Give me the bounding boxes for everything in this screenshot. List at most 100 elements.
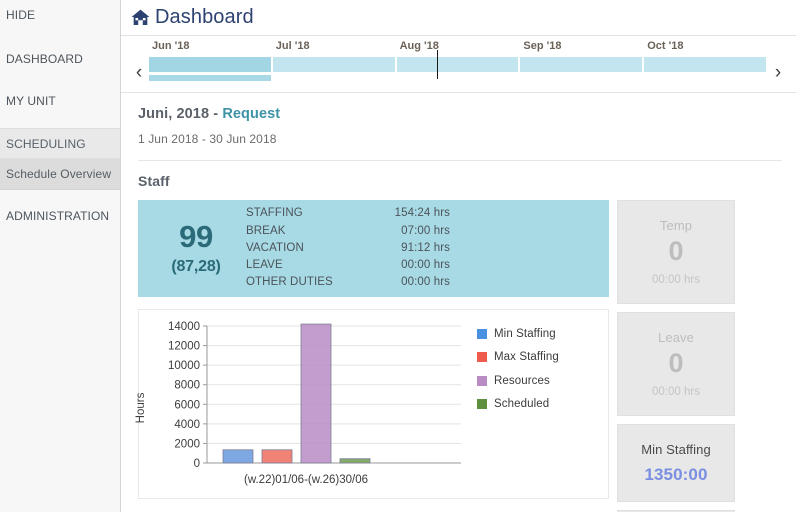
summary-row-label: LEAVE (246, 259, 283, 272)
timeline-today-marker (436, 50, 438, 79)
timeline-month-label: Sep '18 (523, 40, 562, 52)
card-title: Temp (659, 217, 693, 233)
timeline-underline-fill (149, 75, 273, 81)
summary-row-label: OTHER DUTIES (246, 276, 333, 289)
legend-label: Scheduled (494, 398, 550, 411)
legend-swatch (477, 399, 487, 410)
sidebar-item-label: Schedule Overview (6, 167, 112, 181)
chart-svg: 14000 12000 10000 8000 6000 4000 2000 0 (w.22)01… (168, 321, 461, 486)
card-temp[interactable]: Temp 0 00:00 hrs (617, 200, 735, 304)
summary-row-value: 154:24 hrs (394, 207, 450, 220)
legend-item[interactable]: Resources (477, 369, 559, 393)
page-title: Dashboard (155, 5, 254, 28)
timeline-track[interactable]: Jun '18 Jul '18 Aug '18 Sep '18 Oct '18 (149, 36, 768, 93)
card-title: Leave (658, 329, 694, 345)
main-content: Dashboard ‹ Jun '18 Jul '18 Aug '18 Sep '18… (121, 0, 796, 512)
sidebar-item-scheduling[interactable]: SCHEDULING (0, 128, 120, 159)
legend-item[interactable]: Scheduled (477, 393, 559, 417)
timeline-month-segment[interactable] (520, 57, 645, 72)
timeline-month-label: Oct '18 (647, 40, 684, 52)
chart-bar[interactable] (222, 449, 254, 464)
summary-row: OTHER DUTIES 00:00 hrs (246, 274, 450, 291)
timeline-segments[interactable] (149, 57, 768, 72)
staff-count-secondary: (87,28) (171, 257, 221, 275)
chart-bar[interactable] (300, 323, 332, 464)
chart-y-tick-label: 10000 (168, 360, 200, 372)
card-title: Min Staffing (641, 441, 711, 457)
period-month-label: Juni, 2018 - (138, 106, 223, 122)
card-leave[interactable]: Leave 0 00:00 hrs (617, 312, 735, 416)
chart-y-tick-label: 0 (194, 458, 200, 470)
chart-bar[interactable] (261, 449, 293, 464)
legend-item[interactable]: Min Staffing (477, 322, 559, 346)
timeline-month-segment[interactable] (149, 57, 273, 72)
summary-row-label: STAFFING (246, 207, 303, 220)
page-header: Dashboard (121, 0, 796, 36)
sidebar-item-administration[interactable]: ADMINISTRATION (0, 201, 120, 232)
app-root: HIDE DASHBOARD MY UNIT SCHEDULING Schedu… (0, 0, 796, 512)
sidebar-item-dashboard[interactable]: DASHBOARD (0, 44, 120, 75)
summary-row-value: 00:00 hrs (401, 259, 450, 272)
timeline-month-segment[interactable] (396, 57, 521, 72)
sidebar-item-my-unit[interactable]: MY UNIT (0, 86, 120, 117)
staff-summary-banner: 99 (87,28) STAFFING 154:24 hrs BREAK 07:00 … (138, 200, 609, 297)
chart-y-tick-label: 4000 (174, 419, 200, 431)
timeline-prev-button[interactable]: ‹ (129, 36, 149, 93)
sidebar-item-label: HIDE (6, 8, 36, 22)
timeline-labels: Jun '18 Jul '18 Aug '18 Sep '18 Oct '18 (149, 40, 768, 57)
timeline-month-label: Aug '18 (399, 40, 439, 52)
home-icon (131, 9, 150, 26)
sidebar-item-label: MY UNIT (6, 94, 56, 108)
card-subtext: 00:00 hrs (652, 274, 700, 287)
legend-swatch (477, 328, 487, 339)
summary-row: BREAK 07:00 hrs (246, 223, 450, 240)
chart-bar[interactable] (339, 458, 371, 464)
timeline-month-label: Jun '18 (152, 40, 190, 52)
period-block: Juni, 2018 - Request 1 Jun 2018 - 30 Jun… (121, 93, 796, 146)
summary-row-value: 00:00 hrs (401, 276, 450, 289)
timeline: ‹ Jun '18 Jul '18 Aug '18 Sep '18 Oct '18 › (121, 36, 796, 93)
staff-count: 99 (179, 219, 213, 255)
sidebar-item-schedule-overview[interactable]: Schedule Overview (0, 159, 120, 190)
chart-y-tick-label: 8000 (174, 380, 200, 392)
left-column: 99 (87,28) STAFFING 154:24 hrs BREAK 07:00 … (135, 200, 609, 512)
chart-y-axis-title: Hours (135, 392, 147, 424)
timeline-month-label: Jul '18 (275, 40, 310, 52)
staff-count-block: 99 (87,28) (146, 221, 246, 276)
period-date-range: 1 Jun 2018 - 30 Jun 2018 (138, 132, 277, 146)
stat-card-grid: Temp 0 00:00 hrs Leave 0 00:00 hrs Min S… (617, 200, 796, 512)
legend-item[interactable]: Max Staffing (477, 346, 559, 370)
card-min-staffing[interactable]: Min Staffing 1350:00 (617, 424, 735, 502)
summary-row-label: VACATION (246, 241, 304, 254)
legend-label: Resources (494, 374, 550, 387)
staff-section-title: Staff (138, 173, 170, 189)
summary-row: STAFFING 154:24 hrs (246, 205, 450, 222)
legend-swatch (477, 352, 487, 363)
card-subtext: 00:00 hrs (652, 386, 700, 399)
dashboard-body: Juni, 2018 - Request 1 Jun 2018 - 30 Jun… (121, 93, 796, 512)
sidebar-item-label: SCHEDULING (6, 136, 86, 151)
period-status-link[interactable]: Request (222, 106, 280, 122)
summary-row: VACATION 91:12 hrs (246, 240, 450, 257)
summary-row-value: 91:12 hrs (401, 241, 450, 254)
sidebar: HIDE DASHBOARD MY UNIT SCHEDULING Schedu… (0, 0, 121, 512)
timeline-month-segment[interactable] (644, 57, 768, 72)
staff-summary-rows: STAFFING 154:24 hrs BREAK 07:00 hrs VACATION… (246, 205, 450, 291)
chart-legend: Min Staffing Max Staffing Resources Schedul… (469, 310, 559, 498)
chart-plot-area: Hours 14000 12000 10000 8000 6000 4000 2000 0 (w… (135, 310, 469, 498)
panels-row: 99 (87,28) STAFFING 154:24 hrs BREAK 07:00 … (121, 189, 796, 512)
chart-y-tick-label: 2000 (174, 438, 200, 450)
sidebar-item-hide[interactable]: HIDE (0, 0, 120, 31)
chart-y-tick-label: 14000 (168, 321, 200, 333)
chart-y-tick-label: 6000 (174, 399, 200, 411)
sidebar-item-label: ADMINISTRATION (6, 209, 110, 223)
card-number: 0 (668, 235, 684, 266)
timeline-month-segment[interactable] (272, 57, 397, 72)
legend-swatch (477, 375, 487, 386)
card-value: 1350:00 (644, 464, 708, 484)
timeline-next-button[interactable]: › (768, 36, 788, 93)
